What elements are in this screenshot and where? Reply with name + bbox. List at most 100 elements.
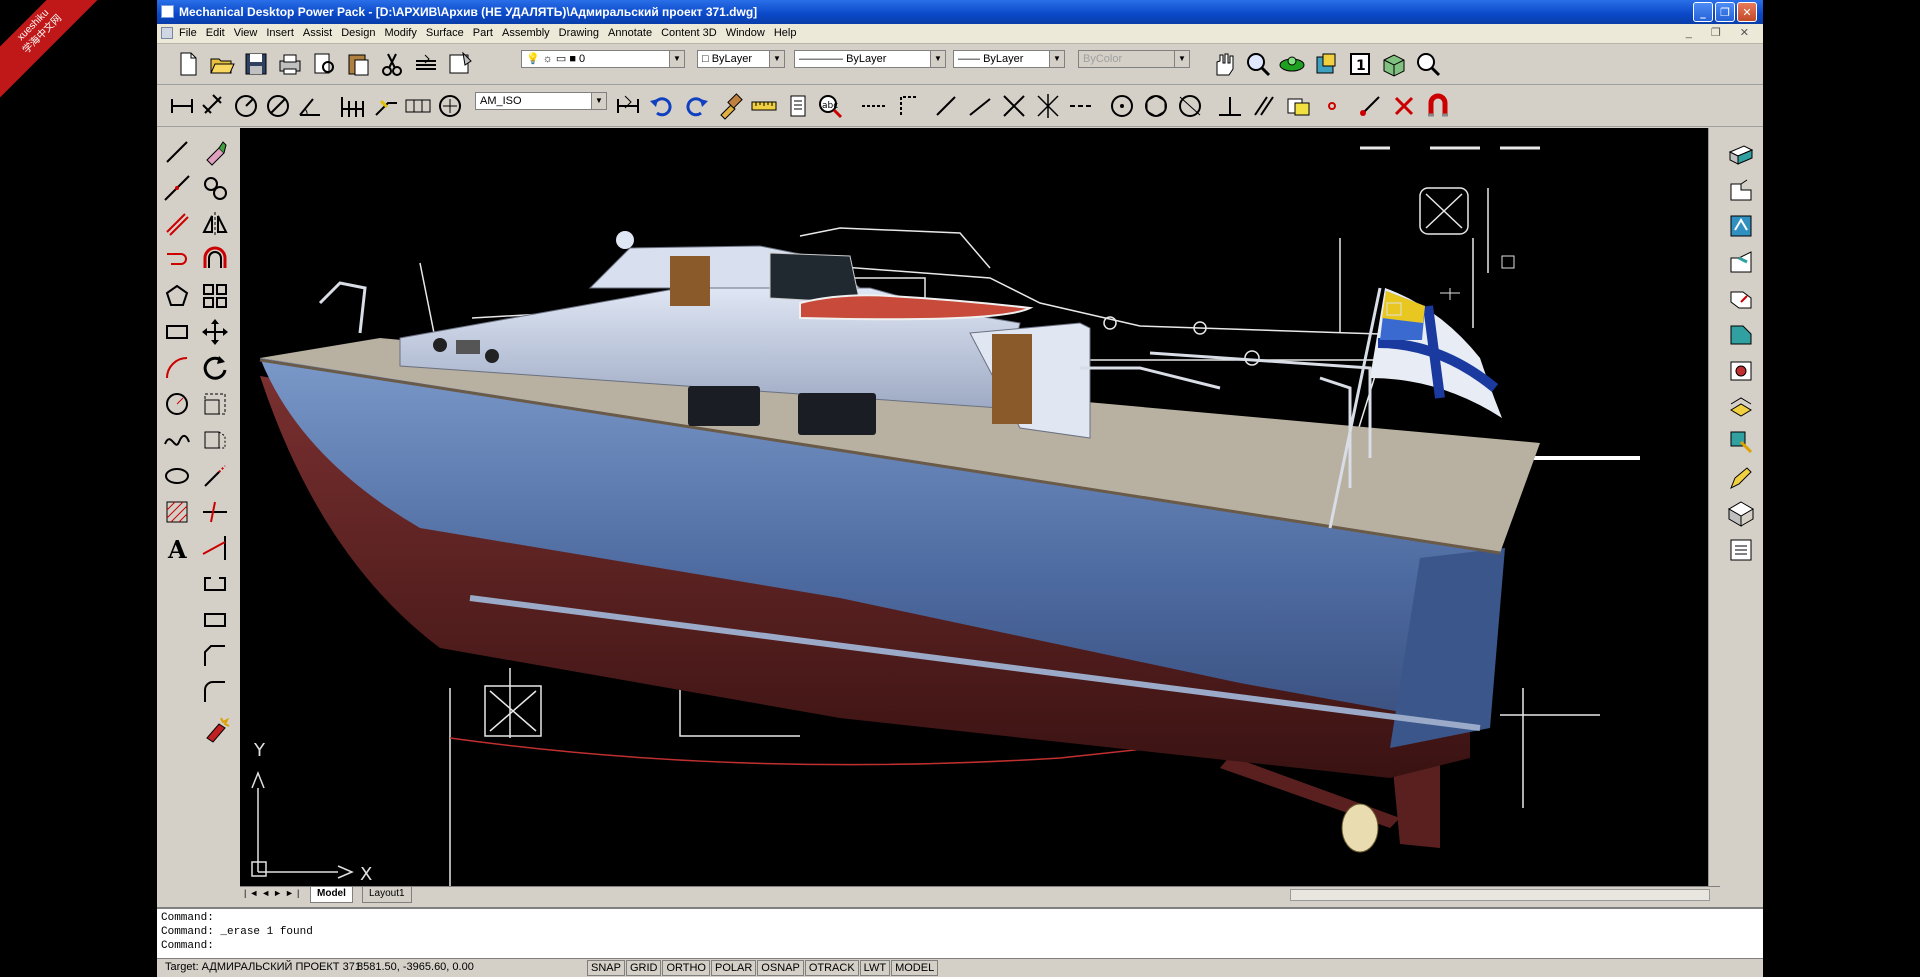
offset-icon[interactable] bbox=[199, 244, 231, 276]
open-file-button[interactable] bbox=[207, 49, 237, 79]
spell-check-icon[interactable]: abc bbox=[815, 91, 845, 121]
multiline-icon[interactable] bbox=[161, 208, 193, 240]
hole-icon[interactable] bbox=[1725, 354, 1757, 386]
rectangle-icon[interactable] bbox=[161, 316, 193, 348]
match-properties-button[interactable] bbox=[411, 49, 441, 79]
linear-dimension-icon[interactable] bbox=[167, 91, 197, 121]
delete-icon[interactable] bbox=[1389, 91, 1419, 121]
command-prompt[interactable]: Command: bbox=[161, 940, 214, 952]
new-file-button[interactable] bbox=[173, 49, 203, 79]
menu-edit[interactable]: Edit bbox=[206, 27, 225, 39]
angular-dimension-icon[interactable] bbox=[295, 91, 325, 121]
menu-drawing[interactable]: Drawing bbox=[559, 27, 599, 39]
toggle-otrack[interactable]: OTRACK bbox=[804, 960, 859, 976]
dimension-update-icon[interactable] bbox=[613, 91, 643, 121]
parallel-icon[interactable] bbox=[1249, 91, 1279, 121]
erase-icon[interactable] bbox=[199, 136, 231, 168]
text-icon[interactable]: A bbox=[161, 532, 193, 564]
point-icon[interactable] bbox=[1317, 91, 1347, 121]
magnet-icon[interactable] bbox=[1423, 91, 1453, 121]
draw-hatch-icon[interactable] bbox=[161, 496, 193, 528]
draw-circle-icon[interactable] bbox=[161, 388, 193, 420]
diameter-dimension-icon[interactable] bbox=[263, 91, 293, 121]
zoom-window-button[interactable] bbox=[1413, 49, 1443, 79]
undo-icon[interactable] bbox=[647, 91, 677, 121]
menu-file[interactable]: File bbox=[179, 27, 197, 39]
polygon-icon[interactable] bbox=[161, 280, 193, 312]
rotate-icon[interactable] bbox=[199, 352, 231, 384]
trim-tool-icon[interactable] bbox=[199, 496, 231, 528]
document-icon[interactable] bbox=[161, 27, 173, 39]
dbconnect-button[interactable]: 1 bbox=[1345, 49, 1375, 79]
horizontal-scrollbar[interactable] bbox=[1290, 889, 1710, 901]
tangent-circle-icon[interactable] bbox=[1175, 91, 1205, 121]
revolve-icon[interactable] bbox=[1725, 210, 1757, 242]
dimstyle-dropdown[interactable]: AM_ISO ▼ bbox=[475, 92, 607, 110]
tab-model[interactable]: Model bbox=[310, 887, 353, 903]
polygon-circle-icon[interactable] bbox=[1141, 91, 1171, 121]
fillet-edge-icon[interactable] bbox=[1725, 318, 1757, 350]
spline-icon[interactable] bbox=[161, 424, 193, 456]
arc-icon[interactable] bbox=[161, 352, 193, 384]
zoom-realtime-button[interactable] bbox=[1243, 49, 1273, 79]
mdi-controls[interactable]: _ ❐ ✕ bbox=[1686, 26, 1757, 39]
tolerance-icon[interactable] bbox=[403, 91, 433, 121]
print-preview-button[interactable] bbox=[309, 49, 339, 79]
menu-modify[interactable]: Modify bbox=[384, 27, 416, 39]
properties-button[interactable] bbox=[445, 49, 475, 79]
box-solid-icon[interactable] bbox=[1725, 138, 1757, 170]
dashed-line-icon[interactable] bbox=[1067, 91, 1097, 121]
angled-line-icon[interactable] bbox=[965, 91, 995, 121]
toggle-snap[interactable]: SNAP bbox=[587, 960, 625, 976]
model-viewport[interactable]: Y X bbox=[240, 128, 1708, 886]
copy-object-icon[interactable] bbox=[199, 172, 231, 204]
draw-line-icon[interactable] bbox=[161, 136, 193, 168]
center-mark-icon[interactable] bbox=[435, 91, 465, 121]
book-icon[interactable] bbox=[1725, 534, 1757, 566]
cut-button[interactable] bbox=[377, 49, 407, 79]
toggle-polar[interactable]: POLAR bbox=[711, 960, 757, 976]
fillet-icon[interactable] bbox=[199, 676, 231, 708]
extend-icon[interactable] bbox=[199, 532, 231, 564]
polyline-icon[interactable] bbox=[161, 244, 193, 276]
tab-navigation-arrows[interactable]: |◄◄►►| bbox=[244, 888, 302, 898]
tab-layout1[interactable]: Layout1 bbox=[362, 887, 412, 903]
baseline-dimension-icon[interactable] bbox=[337, 91, 367, 121]
close-button[interactable]: ✕ bbox=[1737, 2, 1757, 22]
explode-icon[interactable] bbox=[199, 712, 231, 744]
extrude-icon[interactable] bbox=[1725, 174, 1757, 206]
print-button[interactable] bbox=[275, 49, 305, 79]
toggle-model[interactable]: MODEL bbox=[891, 960, 939, 976]
menu-help[interactable]: Help bbox=[774, 27, 797, 39]
color-dropdown[interactable]: □ ByLayer ▼ bbox=[697, 50, 785, 68]
app-icon[interactable] bbox=[161, 5, 174, 18]
paste-button[interactable] bbox=[343, 49, 373, 79]
perpendicular-line-icon[interactable] bbox=[893, 91, 923, 121]
cross-lines-icon[interactable] bbox=[999, 91, 1029, 121]
menu-surface[interactable]: Surface bbox=[426, 27, 464, 39]
menu-annotate[interactable]: Annotate bbox=[608, 27, 652, 39]
toggle-grid[interactable]: GRID bbox=[625, 960, 662, 976]
menu-assembly[interactable]: Assembly bbox=[502, 27, 550, 39]
array-icon[interactable] bbox=[199, 280, 231, 312]
menu-insert[interactable]: Insert bbox=[266, 27, 294, 39]
3d-views-button[interactable] bbox=[1379, 49, 1409, 79]
toggle-osnap[interactable]: OSNAP bbox=[757, 960, 804, 976]
measure-icon[interactable] bbox=[749, 91, 779, 121]
notes-icon[interactable] bbox=[783, 91, 813, 121]
pan-realtime-button[interactable] bbox=[1209, 49, 1239, 79]
leader-icon[interactable] bbox=[371, 91, 401, 121]
pen-edit-icon[interactable] bbox=[1725, 462, 1757, 494]
aligned-dimension-icon[interactable] bbox=[199, 91, 229, 121]
menu-assist[interactable]: Assist bbox=[303, 27, 332, 39]
sweep-icon[interactable] bbox=[1725, 246, 1757, 278]
minimize-button[interactable]: _ bbox=[1693, 2, 1713, 22]
stretch-icon[interactable] bbox=[199, 424, 231, 456]
shell-icon[interactable] bbox=[1725, 390, 1757, 422]
menu-design[interactable]: Design bbox=[341, 27, 375, 39]
construction-line-icon[interactable] bbox=[859, 91, 889, 121]
menu-window[interactable]: Window bbox=[726, 27, 765, 39]
command-window[interactable]: Command: Command: _erase 1 found Command… bbox=[157, 907, 1763, 959]
trim-icon[interactable] bbox=[1355, 91, 1385, 121]
break-icon[interactable] bbox=[199, 568, 231, 600]
